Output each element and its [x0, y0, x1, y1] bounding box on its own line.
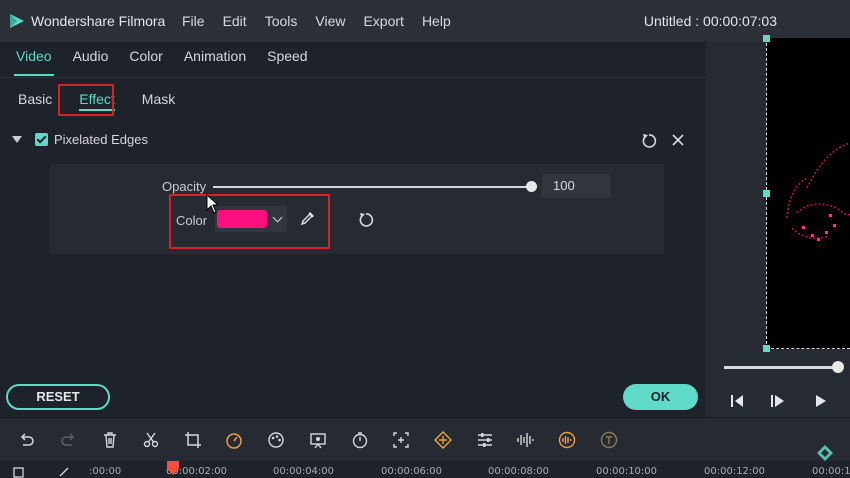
ruler-tick: :00:00 — [89, 466, 122, 477]
green-screen-icon[interactable] — [309, 431, 327, 449]
app-name: Wondershare Filmora — [31, 13, 166, 29]
preview-panel — [706, 35, 850, 417]
reset-effect-icon[interactable] — [640, 132, 658, 150]
opacity-slider-handle[interactable] — [526, 181, 537, 192]
audio-icon[interactable] — [516, 431, 534, 449]
project-title: Untitled : 00:00:07:03 — [643, 13, 777, 29]
color-icon[interactable] — [267, 431, 285, 449]
delete-icon[interactable] — [101, 431, 119, 449]
play-frame-icon[interactable] — [770, 394, 786, 408]
color-control-highlight — [169, 194, 330, 249]
properties-panel: Video Audio Color Animation Speed Basic … — [0, 42, 706, 417]
remove-effect-icon[interactable] — [670, 132, 686, 148]
play-icon[interactable] — [814, 394, 828, 408]
transform-handle[interactable] — [763, 35, 770, 42]
opacity-input[interactable]: 100 — [542, 174, 610, 198]
opacity-slider[interactable] — [213, 186, 531, 188]
tab-speed[interactable]: Speed — [267, 48, 307, 72]
previous-frame-icon[interactable] — [730, 394, 746, 408]
playback-progress-handle[interactable] — [832, 361, 845, 373]
effect-name: Pixelated Edges — [54, 132, 148, 147]
effect-params: Opacity 100 Color — [50, 164, 664, 254]
subtab-basic[interactable]: Basic — [18, 91, 52, 107]
keyframe-icon[interactable] — [434, 431, 452, 449]
preview-frame-content — [786, 142, 850, 241]
zoom-icon[interactable] — [392, 431, 410, 449]
tab-color[interactable]: Color — [129, 48, 162, 72]
duration-icon[interactable] — [351, 431, 369, 449]
ruler-tick: 00:00:1 — [812, 466, 850, 477]
crop-icon[interactable] — [184, 431, 202, 449]
menu-export[interactable]: Export — [363, 13, 403, 29]
property-tabs: Video Audio Color Animation Speed — [14, 48, 329, 76]
cut-icon[interactable] — [142, 431, 160, 449]
video-preview[interactable] — [763, 35, 850, 352]
opacity-label: Opacity — [162, 179, 207, 194]
menu-file[interactable]: File — [182, 13, 205, 29]
redo-icon[interactable] — [59, 431, 77, 449]
tab-audio[interactable]: Audio — [73, 48, 109, 72]
effect-header: Pixelated Edges — [10, 132, 700, 152]
timeline-ruler[interactable]: :00:00 00:00:02:00 00:00:04:00 00:00:06:… — [0, 461, 850, 478]
filmora-window: Wondershare Filmora File Edit Tools View… — [0, 0, 850, 478]
timeline-toolbar — [0, 417, 850, 461]
transform-handle[interactable] — [763, 190, 770, 197]
effect-tab-highlight — [58, 84, 114, 116]
ok-button[interactable]: OK — [623, 384, 698, 410]
playhead-marker[interactable] — [166, 461, 180, 478]
tabs-divider — [0, 77, 706, 78]
menu-tools[interactable]: Tools — [265, 13, 298, 29]
playback-progress[interactable] — [724, 366, 838, 369]
menu-bar: File Edit Tools View Export Help — [182, 13, 469, 29]
text-to-speech-icon[interactable] — [600, 431, 618, 449]
collapse-triangle-icon[interactable] — [12, 136, 22, 143]
subtab-mask[interactable]: Mask — [142, 91, 175, 107]
menu-help[interactable]: Help — [422, 13, 451, 29]
tab-animation[interactable]: Animation — [184, 48, 246, 72]
ruler-tick: 00:00:12:00 — [704, 466, 766, 477]
menu-view[interactable]: View — [315, 13, 345, 29]
reset-color-icon[interactable] — [357, 211, 375, 229]
reset-button[interactable]: RESET — [6, 384, 110, 410]
undo-icon[interactable] — [18, 431, 36, 449]
ruler-tick: 00:00:08:00 — [488, 466, 550, 477]
ruler-tick: 00:00:04:00 — [273, 466, 335, 477]
mouse-cursor-icon — [206, 194, 220, 214]
playback-controls — [706, 383, 850, 417]
tab-video[interactable]: Video — [14, 48, 54, 76]
menu-edit[interactable]: Edit — [223, 13, 247, 29]
ruler-tick: 00:00:10:00 — [596, 466, 658, 477]
adjust-icon[interactable] — [476, 431, 494, 449]
voice-icon[interactable] — [558, 431, 576, 449]
filmora-logo-icon — [10, 14, 24, 28]
speed-icon[interactable] — [225, 431, 243, 449]
ruler-tick: 00:00:06:00 — [381, 466, 443, 477]
expand-icon[interactable] — [816, 444, 834, 462]
title-bar: Wondershare Filmora File Edit Tools View… — [0, 0, 850, 42]
effect-enable-checkbox[interactable] — [35, 133, 48, 146]
link-icon[interactable] — [57, 465, 71, 478]
track-manager-icon[interactable] — [13, 465, 27, 478]
transform-handle[interactable] — [763, 345, 770, 352]
